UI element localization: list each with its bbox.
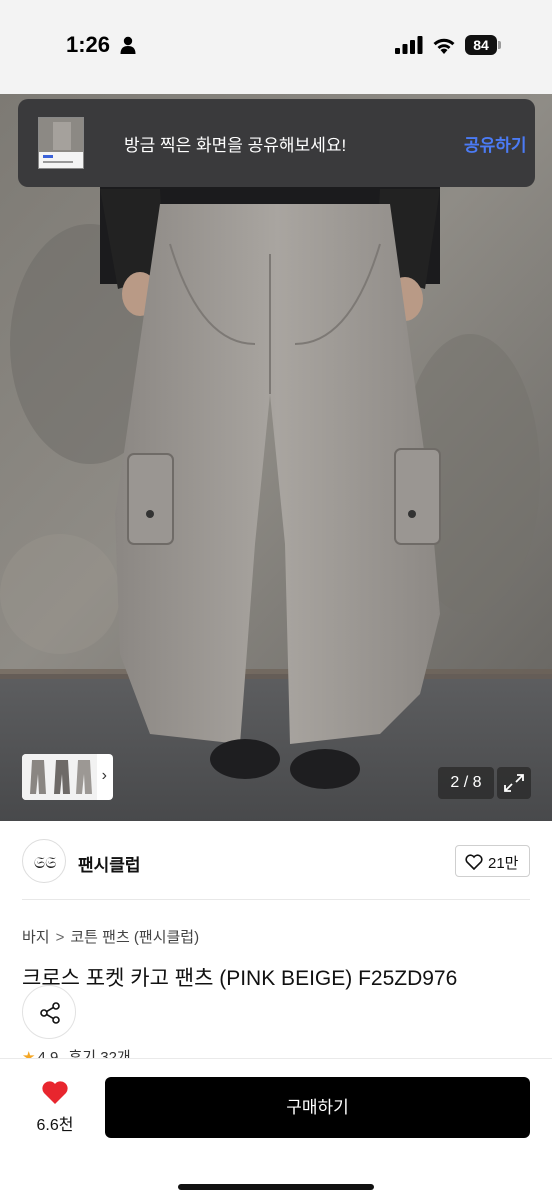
bottom-action-bar: 6.6천 구매하기 xyxy=(0,1058,552,1200)
breadcrumb: 바지 > 코튼 팬츠 (팬시클럽) xyxy=(22,926,199,947)
status-bar: 1:26 84 xyxy=(0,0,552,94)
heart-outline-icon xyxy=(465,854,483,870)
screenshot-thumbnail xyxy=(38,117,84,169)
breadcrumb-separator: > xyxy=(55,929,65,946)
shop-logo[interactable]: 𝔖𝔖 xyxy=(22,839,66,883)
share-button[interactable] xyxy=(22,985,76,1039)
thumbnail-image xyxy=(22,754,97,800)
battery-level: 84 xyxy=(465,35,497,55)
battery-tip xyxy=(498,41,501,49)
battery-icon: 84 xyxy=(465,35,501,55)
share-screenshot-toast: 방금 찍은 화면을 공유해보세요! 공유하기 xyxy=(18,99,535,187)
wishlist-count: 6.6천 xyxy=(36,1117,74,1134)
heart-filled-icon xyxy=(42,1081,68,1104)
share-icon xyxy=(40,1002,60,1024)
gallery-thumbnail-strip[interactable]: › xyxy=(22,754,113,800)
expand-icon xyxy=(504,774,524,792)
status-time: 1:26 xyxy=(66,32,111,57)
buy-button[interactable]: 구매하기 xyxy=(105,1077,530,1138)
home-indicator xyxy=(178,1184,374,1190)
product-image[interactable]: › 2 / 8 xyxy=(0,94,552,821)
svg-text:𝔖𝔖: 𝔖𝔖 xyxy=(34,853,56,872)
breadcrumb-item-pants[interactable]: 바지 xyxy=(22,929,50,946)
product-photo xyxy=(0,94,552,821)
toast-message: 방금 찍은 화면을 공유해보세요! xyxy=(124,136,347,155)
share-action-button[interactable]: 공유하기 xyxy=(464,131,527,156)
divider xyxy=(22,899,530,900)
shop-row: 𝔖𝔖 팬시클럽 21만 xyxy=(0,821,552,901)
wifi-icon xyxy=(433,38,455,54)
breadcrumb-item-cotton-pants[interactable]: 코튼 팬츠 (팬시클럽) xyxy=(70,929,199,946)
product-title: 크로스 포켓 카고 팬츠 (PINK BEIGE) F25ZD976 xyxy=(22,967,458,990)
signal-icon xyxy=(395,36,423,54)
person-icon xyxy=(120,36,136,54)
image-page-counter: 2 / 8 xyxy=(438,767,494,799)
shop-like-count: 21만 xyxy=(488,855,519,872)
chevron-right-icon: › xyxy=(101,767,107,784)
shop-name[interactable]: 팬시클럽 xyxy=(78,851,141,876)
expand-button[interactable] xyxy=(497,767,531,799)
wishlist-button[interactable]: 6.6천 xyxy=(30,1079,80,1135)
shop-like-button[interactable]: 21만 xyxy=(455,845,530,877)
